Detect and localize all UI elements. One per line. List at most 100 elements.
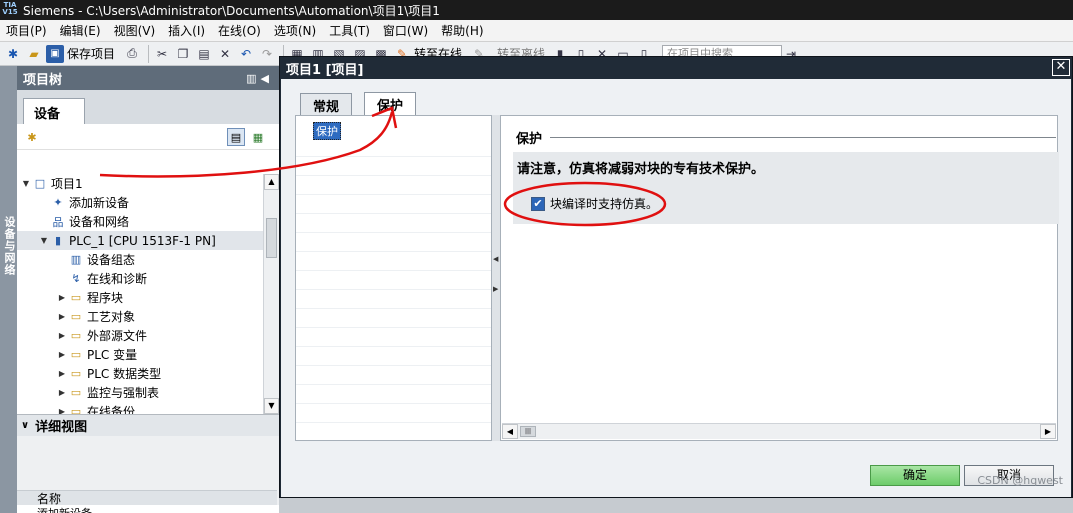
delete-icon[interactable]: ✕ — [216, 45, 234, 63]
tree-settings-icon[interactable]: ▦ — [249, 128, 267, 146]
expand-down-icon[interactable]: ▼ — [20, 179, 32, 188]
tree-item[interactable]: ▼ □ 项目1 — [17, 174, 279, 193]
save-project-icon[interactable]: ▣ — [46, 44, 64, 63]
new-project-icon[interactable]: ✱ — [4, 45, 22, 63]
dialog-title: 项目1 [项目] — [286, 62, 364, 78]
print-icon[interactable]: ⎙ — [123, 45, 141, 63]
menu-window[interactable]: 窗口(W) — [377, 22, 435, 39]
tree-item-label: 设备组态 — [87, 253, 136, 267]
devices-tab-row: 设备 — [17, 90, 279, 124]
chevron-down-icon[interactable]: ∨ — [21, 420, 29, 431]
nav-item-protection[interactable]: 保护 — [313, 122, 341, 140]
tab-protection[interactable]: 保护 — [364, 92, 417, 116]
simulation-support-checkbox[interactable]: ✔ 块编译时支持仿真。 — [531, 195, 658, 212]
dialog-title-bar: 项目1 [项目] ✕ — [280, 57, 1072, 79]
expand-right-icon[interactable]: ▶ — [56, 388, 68, 397]
side-tab-label: 设备与网络 — [3, 216, 16, 276]
folder-icon: ▭ — [70, 291, 82, 304]
menu-help[interactable]: 帮助(H) — [435, 22, 490, 39]
expand-down-icon[interactable]: ▼ — [38, 236, 50, 245]
ok-button[interactable]: 确定 — [870, 465, 960, 486]
scroll-up-icon[interactable]: ▲ — [264, 174, 279, 190]
redo-icon[interactable]: ↷ — [258, 45, 276, 63]
nav-rows — [296, 138, 491, 442]
folder-icon: ▭ — [70, 405, 82, 414]
folder-icon: ▭ — [70, 367, 82, 380]
undo-icon[interactable]: ↶ — [237, 45, 255, 63]
copy-icon[interactable]: ❐ — [174, 45, 192, 63]
project-tree-panel: 项目树 ▥◀ 设备 ✱ ▤ ▦ ▼ □ 项目1 ✦ 添加新设备品设备和网络 ▼ ▮ PLC_1… — [17, 66, 279, 513]
new-project-icon[interactable]: ✱ — [23, 128, 41, 146]
checkbox-checked-icon[interactable]: ✔ — [531, 196, 545, 211]
menu-project[interactable]: 项目(P) — [0, 22, 54, 39]
detail-list-item[interactable]: 添加新设备 — [17, 505, 279, 513]
tree-item[interactable]: ▶ ▭ 外部源文件 — [17, 326, 279, 345]
network-icon: 品 — [52, 215, 64, 229]
tree-item[interactable]: ▼ ▮ PLC_1 [CPU 1513F-1 PN] — [17, 231, 279, 250]
expand-right-icon[interactable]: ▶ — [56, 293, 68, 302]
window-title: Siemens - C:\Users\Administrator\Documen… — [23, 3, 440, 18]
checkbox-label: 块编译时支持仿真。 — [550, 197, 659, 211]
tree-item[interactable]: ▶ ▭ PLC 变量 — [17, 345, 279, 364]
tab-devices[interactable]: 设备 — [23, 98, 85, 124]
scrollbar-thumb[interactable] — [266, 218, 277, 258]
expand-right-icon[interactable]: ▶ — [56, 369, 68, 378]
tab-general[interactable]: 常规 — [300, 93, 353, 115]
tree-item[interactable]: ▶ ▭ 工艺对象 — [17, 307, 279, 326]
expand-right-icon[interactable]: ▶ — [56, 350, 68, 359]
scroll-right-icon[interactable]: ▶ — [1040, 424, 1056, 439]
scrollbar-thumb[interactable]: ||| — [520, 426, 536, 437]
collapse-left-icon[interactable]: ◀ — [493, 255, 498, 263]
project-tree-header: 项目树 ▥◀ — [17, 66, 279, 90]
scroll-left-icon[interactable]: ◀ — [502, 424, 518, 439]
table-view-icon[interactable]: ▤ — [227, 128, 245, 146]
save-project-button[interactable]: 保存项目 — [67, 45, 115, 62]
tree-vertical-scrollbar[interactable]: ▲ ▼ — [263, 174, 279, 414]
menu-view[interactable]: 视图(V) — [108, 22, 163, 39]
tree-item[interactable]: ▶ ▭ 程序块 — [17, 288, 279, 307]
folder-icon: ▭ — [70, 310, 82, 323]
tree-item[interactable]: ↯ 在线和诊断 — [17, 269, 279, 288]
tree-item-label: PLC 变量 — [87, 348, 138, 362]
simulation-note: 请注意，仿真将减弱对块的专有技术保护。 — [517, 162, 765, 177]
close-icon[interactable]: ✕ — [1052, 59, 1070, 76]
tree-item[interactable]: ▶ ▭ PLC 数据类型 — [17, 364, 279, 383]
content-horizontal-scrollbar[interactable]: ◀ ||| ▶ — [502, 423, 1056, 439]
tree-item[interactable]: ▶ ▭ 在线备份 — [17, 402, 279, 414]
toolbar-separator — [148, 44, 150, 63]
menu-online[interactable]: 在线(O) — [212, 22, 268, 39]
menu-options[interactable]: 选项(N) — [268, 22, 323, 39]
tree-item-label: 在线备份 — [87, 405, 136, 414]
tree-toolbar: ✱ ▤ ▦ — [17, 124, 279, 150]
panel-collapse-icon[interactable]: ▥◀ — [246, 72, 273, 85]
tree-item[interactable]: ▥ 设备组态 — [17, 250, 279, 269]
folder-icon: ▭ — [70, 329, 82, 342]
expand-right-icon[interactable]: ▶ — [56, 407, 68, 414]
tree-item-label: 监控与强制表 — [87, 386, 160, 400]
pane-splitter[interactable]: ◀ ▶ — [492, 115, 500, 441]
project-tree-title: 项目树 — [23, 72, 63, 88]
tree-item-label: 程序块 — [87, 291, 124, 305]
paste-icon[interactable]: ▤ — [195, 45, 213, 63]
menu-edit[interactable]: 编辑(E) — [54, 22, 108, 39]
tree-item[interactable]: 品设备和网络 — [17, 212, 279, 231]
project-properties-dialog: 项目1 [项目] ✕ 常规 保护 保护 ◀ ▶ 保护 请注意，仿真将减弱对块的专… — [279, 56, 1073, 498]
tree-item-label: PLC_1 [CPU 1513F-1 PN] — [69, 233, 216, 248]
expand-right-icon[interactable]: ▶ — [493, 285, 498, 293]
expand-right-icon[interactable]: ▶ — [56, 312, 68, 321]
devices-networks-side-tab[interactable]: 设备与网络 — [0, 66, 17, 513]
tree-item-label: 添加新设备 — [69, 196, 130, 210]
scroll-down-icon[interactable]: ▼ — [264, 398, 279, 414]
menu-insert[interactable]: 插入(I) — [162, 22, 212, 39]
tree-item[interactable]: ▶ ▭ 监控与强制表 — [17, 383, 279, 402]
plc-icon: ▮ — [54, 234, 62, 247]
menu-tools[interactable]: 工具(T) — [323, 22, 377, 39]
cut-icon[interactable]: ✂ — [153, 45, 171, 63]
open-project-icon[interactable]: ▰ — [25, 45, 43, 63]
window-title-bar: TIA V15 Siemens - C:\Users\Administrator… — [0, 0, 1073, 20]
expand-right-icon[interactable]: ▶ — [56, 331, 68, 340]
dialog-tabs: 常规 保护 — [281, 79, 1071, 116]
detail-view-header[interactable]: ∨ 详细视图 — [17, 414, 279, 436]
tia-logo-icon: TIA V15 — [2, 1, 18, 16]
tree-item[interactable]: ✦ 添加新设备 — [17, 193, 279, 212]
